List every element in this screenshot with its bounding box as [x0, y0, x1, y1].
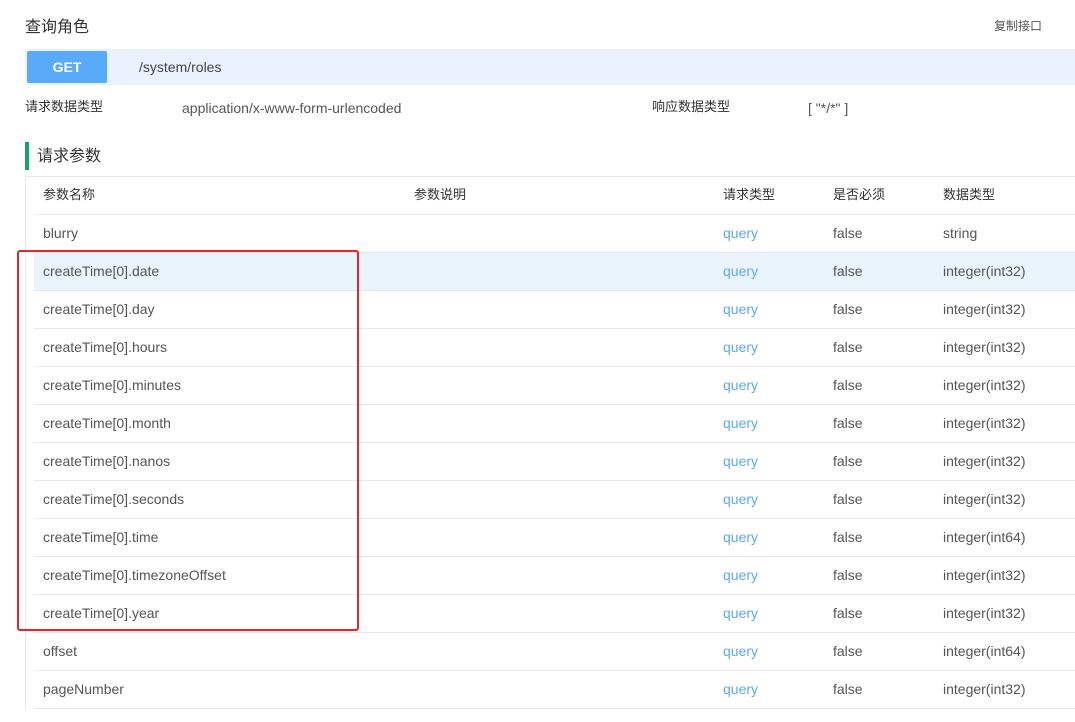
- param-required-cell: false: [833, 605, 863, 621]
- param-request-type-cell: query: [723, 567, 759, 583]
- param-name-cell: createTime[0].hours: [43, 339, 167, 355]
- table-header-row: 参数名称 参数说明 请求类型 是否必须 数据类型: [34, 177, 1075, 215]
- column-header-name: 参数名称: [43, 188, 96, 203]
- param-request-type-cell: query: [723, 529, 759, 545]
- table-row[interactable]: createTime[0].day query false integer(int32…: [34, 291, 1075, 329]
- param-data-type-cell: integer(int32): [943, 415, 1026, 431]
- table-row[interactable]: createTime[0].date query false integer(int3…: [34, 253, 1075, 291]
- param-data-type-cell: integer(int32): [943, 567, 1026, 583]
- column-header-data-type: 数据类型: [943, 188, 996, 203]
- param-data-type-cell: integer(int32): [943, 681, 1026, 697]
- column-header-description: 参数说明: [414, 188, 467, 203]
- table-row[interactable]: createTime[0].year query false integer(int3…: [34, 595, 1075, 633]
- param-request-type-cell: query: [723, 301, 759, 317]
- param-data-type-cell: integer(int32): [943, 377, 1026, 393]
- table-row[interactable]: createTime[0].timezoneOffset query false in…: [34, 557, 1075, 595]
- table-row[interactable]: createTime[0].seconds query false integer(i…: [34, 481, 1075, 519]
- param-data-type-cell: integer(int32): [943, 605, 1026, 621]
- table-row[interactable]: createTime[0].minutes query false integer(i…: [34, 367, 1075, 405]
- table-row[interactable]: createTime[0].time query false integer(int6…: [34, 519, 1075, 557]
- table-row[interactable]: pageNumber query false integer(int32): [34, 671, 1075, 709]
- param-request-type-cell: query: [723, 605, 759, 621]
- param-required-cell: false: [833, 491, 863, 507]
- param-request-type-cell: query: [723, 681, 759, 697]
- param-required-cell: false: [833, 643, 863, 659]
- response-type-label: 响应数据类型: [652, 100, 731, 115]
- method-badge: GET: [27, 51, 107, 83]
- table-row[interactable]: offset query false integer(int64): [34, 633, 1075, 671]
- endpoint-path: /system/roles: [139, 59, 222, 75]
- param-required-cell: false: [833, 377, 863, 393]
- param-name-cell: pageNumber: [43, 681, 124, 697]
- param-request-type-cell: query: [723, 491, 759, 507]
- param-data-type-cell: integer(int32): [943, 301, 1026, 317]
- param-request-type-cell: query: [723, 377, 759, 393]
- param-name-cell: createTime[0].nanos: [43, 453, 171, 469]
- param-name-cell: createTime[0].day: [43, 301, 155, 317]
- param-data-type-cell: string: [943, 225, 978, 241]
- request-type-value: application/x-www-form-urlencoded: [182, 100, 402, 116]
- column-header-required: 是否必须: [833, 188, 886, 203]
- param-request-type-cell: query: [723, 263, 759, 279]
- param-required-cell: false: [833, 301, 863, 317]
- param-request-type-cell: query: [723, 225, 759, 241]
- copy-interface-link[interactable]: 复制接口: [994, 17, 1042, 34]
- param-required-cell: false: [833, 681, 863, 697]
- param-data-type-cell: integer(int32): [943, 453, 1026, 469]
- param-name-cell: createTime[0].time: [43, 529, 159, 545]
- param-request-type-cell: query: [723, 453, 759, 469]
- param-required-cell: false: [833, 567, 863, 583]
- param-name-cell: createTime[0].year: [43, 605, 160, 621]
- param-name-cell: createTime[0].timezoneOffset: [43, 567, 226, 583]
- table-row[interactable]: createTime[0].month query false integer(int…: [34, 405, 1075, 443]
- table-row[interactable]: createTime[0].nanos query false integer(int…: [34, 443, 1075, 481]
- endpoint-bar: GET /system/roles: [25, 49, 1075, 85]
- param-data-type-cell: integer(int64): [943, 529, 1026, 545]
- param-required-cell: false: [833, 263, 863, 279]
- param-name-cell: createTime[0].minutes: [43, 377, 181, 393]
- param-name-cell: createTime[0].month: [43, 415, 171, 431]
- param-request-type-cell: query: [723, 339, 759, 355]
- request-type-label: 请求数据类型: [25, 100, 104, 115]
- param-data-type-cell: integer(int32): [943, 491, 1026, 507]
- param-required-cell: false: [833, 453, 863, 469]
- param-name-cell: offset: [43, 643, 77, 659]
- table-row[interactable]: blurry query false string: [34, 215, 1075, 253]
- param-required-cell: false: [833, 415, 863, 431]
- param-name-cell: createTime[0].date: [43, 263, 160, 279]
- section-title-request-params: 请求参数: [25, 142, 101, 170]
- page-title: 查询角色: [25, 17, 90, 36]
- param-data-type-cell: integer(int32): [943, 339, 1026, 355]
- param-data-type-cell: integer(int32): [943, 263, 1026, 279]
- param-required-cell: false: [833, 225, 863, 241]
- table-row[interactable]: createTime[0].hours query false integer(int…: [34, 329, 1075, 367]
- column-header-request-type: 请求类型: [723, 188, 776, 203]
- param-name-cell: createTime[0].seconds: [43, 491, 185, 507]
- param-data-type-cell: integer(int64): [943, 643, 1026, 659]
- response-type-value: [ "*/*" ]: [808, 100, 849, 116]
- param-request-type-cell: query: [723, 643, 759, 659]
- param-request-type-cell: query: [723, 415, 759, 431]
- params-table: 参数名称 参数说明 请求类型 是否必须 数据类型 blurry query fals…: [25, 176, 1075, 709]
- param-required-cell: false: [833, 529, 863, 545]
- param-name-cell: blurry: [43, 225, 79, 241]
- param-required-cell: false: [833, 339, 863, 355]
